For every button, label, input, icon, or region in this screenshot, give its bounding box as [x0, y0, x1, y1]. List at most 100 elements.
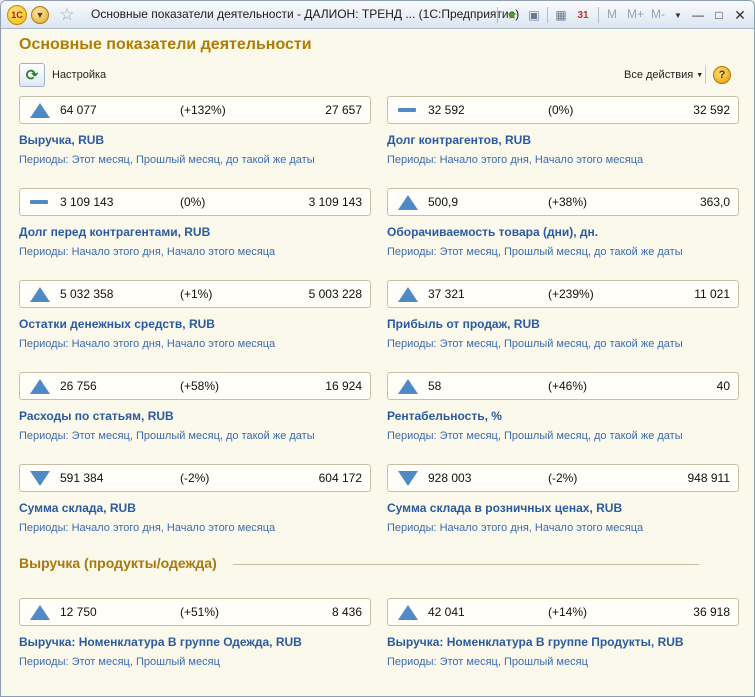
trend-flat-icon — [30, 200, 48, 204]
kpi-title-link[interactable]: Сумма склада, RUB — [19, 501, 136, 515]
kpi-previous-value: 363,0 — [699, 195, 730, 209]
close-icon[interactable]: ✕ — [731, 6, 749, 24]
kpi-periods-link[interactable]: Периоды: Этот месяц, Прошлый месяц, до т… — [387, 338, 683, 350]
kpi-periods-link[interactable]: Периоды: Этот месяц, Прошлый месяц, до т… — [19, 430, 315, 442]
kpi-title-link[interactable]: Расходы по статьям, RUB — [19, 409, 174, 423]
kpi-periods-link[interactable]: Периоды: Этот месяц, Прошлый месяц, до т… — [387, 430, 683, 442]
chevron-down-icon: ▼ — [696, 72, 704, 79]
kpi-previous-value: 27 657 — [325, 103, 362, 117]
kpi-change-percent: (0%) — [180, 195, 206, 209]
kpi-current-value: 928 003 — [428, 471, 472, 485]
kpi-card: 64 077 (+132%) 27 657 Выручка, RUB Периоды: … — [19, 96, 371, 170]
title-bar: 1С ▼ ☆ Основные показатели деятельности … — [1, 1, 754, 29]
all-actions-menu[interactable]: Все действия ▼ — [624, 69, 703, 81]
kpi-card: 26 756 (+58%) 16 924 Расходы по статьям, RU… — [19, 372, 371, 446]
kpi-current-value: 591 384 — [60, 471, 104, 485]
maximize-icon[interactable]: □ — [710, 6, 728, 24]
kpi-current-value: 26 756 — [60, 379, 97, 393]
kpi-current-value: 32 592 — [428, 103, 465, 117]
kpi-value-box[interactable]: 500,9 (+38%) 363,0 — [387, 188, 739, 216]
kpi-value-box[interactable]: 928 003 (-2%) 948 911 — [387, 464, 739, 492]
add-favorite-icon[interactable]: ★ — [503, 6, 521, 24]
kpi-title-link[interactable]: Долг перед контрагентами, RUB — [19, 225, 210, 239]
kpi-change-percent: (+14%) — [548, 605, 588, 619]
kpi-change-percent: (+46%) — [548, 379, 588, 393]
page-link-icon[interactable]: ▣ — [525, 6, 543, 24]
kpi-value-box[interactable]: 58 (+46%) 40 — [387, 372, 739, 400]
kpi-title-link[interactable]: Долг контрагентов, RUB — [387, 133, 531, 147]
kpi-card: 591 384 (-2%) 604 172 Сумма склада, RUB Пери… — [19, 464, 371, 538]
settings-button[interactable]: ⟳ — [19, 63, 45, 87]
kpi-card: 5 032 358 (+1%) 5 003 228 Остатки денежных … — [19, 280, 371, 354]
kpi-previous-value: 604 172 — [318, 471, 362, 485]
toolbar-divider — [705, 66, 706, 84]
trend-up-icon — [30, 605, 50, 620]
trend-up-icon — [398, 605, 418, 620]
all-actions-label: Все действия — [624, 69, 694, 81]
toolbar-divider — [547, 7, 548, 23]
kpi-change-percent: (+132%) — [180, 103, 226, 117]
toolbar-divider — [598, 7, 599, 23]
kpi-periods-link[interactable]: Периоды: Этот месяц, Прошлый месяц, до т… — [387, 246, 683, 258]
trend-up-icon — [398, 379, 418, 394]
kpi-periods-link[interactable]: Периоды: Этот месяц, Прошлый месяц — [387, 656, 588, 668]
toolbar-more-icon[interactable]: ▼ — [669, 6, 687, 24]
kpi-card: 42 041 (+14%) 36 918 Выручка: Номенклатура … — [387, 598, 739, 672]
kpi-periods-link[interactable]: Периоды: Начало этого дня, Начало этого … — [19, 338, 275, 350]
kpi-previous-value: 3 109 143 — [308, 195, 362, 209]
settings-label[interactable]: Настройка — [52, 69, 106, 81]
kpi-title-link[interactable]: Выручка: Номенклатура В группе Одежда, R… — [19, 635, 302, 649]
kpi-previous-value: 16 924 — [325, 379, 362, 393]
memory-add-button[interactable]: M+ — [627, 7, 644, 21]
kpi-value-box[interactable]: 591 384 (-2%) 604 172 — [19, 464, 371, 492]
kpi-periods-link[interactable]: Периоды: Этот месяц, Прошлый месяц — [19, 656, 220, 668]
kpi-previous-value: 36 918 — [693, 605, 730, 619]
kpi-value-box[interactable]: 12 750 (+51%) 8 436 — [19, 598, 371, 626]
kpi-value-box[interactable]: 26 756 (+58%) 16 924 — [19, 372, 371, 400]
kpi-change-percent: (+38%) — [548, 195, 588, 209]
kpi-change-percent: (-2%) — [548, 471, 578, 485]
kpi-title-link[interactable]: Остатки денежных средств, RUB — [19, 317, 215, 331]
kpi-value-box[interactable]: 5 032 358 (+1%) 5 003 228 — [19, 280, 371, 308]
kpi-current-value: 42 041 — [428, 605, 465, 619]
trend-down-icon — [30, 471, 50, 486]
kpi-previous-value: 8 436 — [331, 605, 362, 619]
kpi-periods-link[interactable]: Периоды: Начало этого дня, Начало этого … — [19, 246, 275, 258]
kpi-change-percent: (+1%) — [180, 287, 213, 301]
kpi-periods-link[interactable]: Периоды: Начало этого дня, Начало этого … — [19, 522, 275, 534]
kpi-value-box[interactable]: 64 077 (+132%) 27 657 — [19, 96, 371, 124]
trend-up-icon — [30, 103, 50, 118]
kpi-title-link[interactable]: Оборачиваемость товара (дни), дн. — [387, 225, 598, 239]
kpi-periods-link[interactable]: Периоды: Этот месяц, Прошлый месяц, до т… — [19, 154, 315, 166]
kpi-change-percent: (+58%) — [180, 379, 220, 393]
kpi-current-value: 500,9 — [428, 195, 459, 209]
minimize-icon[interactable]: — — [689, 6, 707, 24]
kpi-periods-link[interactable]: Периоды: Начало этого дня, Начало этого … — [387, 522, 643, 534]
calculator-icon[interactable]: ▦ — [552, 6, 570, 24]
window-title: Основные показатели деятельности - ДАЛИО… — [91, 7, 520, 21]
kpi-title-link[interactable]: Выручка: Номенклатура В группе Продукты,… — [387, 635, 684, 649]
kpi-value-box[interactable]: 37 321 (+239%) 11 021 — [387, 280, 739, 308]
kpi-title-link[interactable]: Сумма склада в розничных ценах, RUB — [387, 501, 622, 515]
kpi-value-box[interactable]: 32 592 (0%) 32 592 — [387, 96, 739, 124]
kpi-value-box[interactable]: 3 109 143 (0%) 3 109 143 — [19, 188, 371, 216]
trend-up-icon — [30, 379, 50, 394]
kpi-title-link[interactable]: Рентабельность, % — [387, 409, 502, 423]
memory-subtract-button[interactable]: M- — [651, 7, 665, 21]
trend-flat-icon — [398, 108, 416, 112]
calendar-icon[interactable]: 31 — [574, 6, 592, 24]
trend-down-icon — [398, 471, 418, 486]
app-logo-icon[interactable]: 1С — [7, 5, 27, 25]
kpi-previous-value: 5 003 228 — [308, 287, 362, 301]
main-menu-icon[interactable]: ▼ — [31, 6, 49, 24]
favorites-star-icon[interactable]: ☆ — [57, 5, 77, 24]
trend-up-icon — [398, 287, 418, 302]
kpi-title-link[interactable]: Выручка, RUB — [19, 133, 104, 147]
kpi-title-link[interactable]: Прибыль от продаж, RUB — [387, 317, 540, 331]
kpi-current-value: 12 750 — [60, 605, 97, 619]
kpi-card: 3 109 143 (0%) 3 109 143 Долг перед контраг… — [19, 188, 371, 262]
kpi-periods-link[interactable]: Периоды: Начало этого дня, Начало этого … — [387, 154, 643, 166]
help-icon[interactable]: ? — [713, 66, 731, 84]
memory-store-button[interactable]: M — [607, 7, 617, 21]
kpi-value-box[interactable]: 42 041 (+14%) 36 918 — [387, 598, 739, 626]
